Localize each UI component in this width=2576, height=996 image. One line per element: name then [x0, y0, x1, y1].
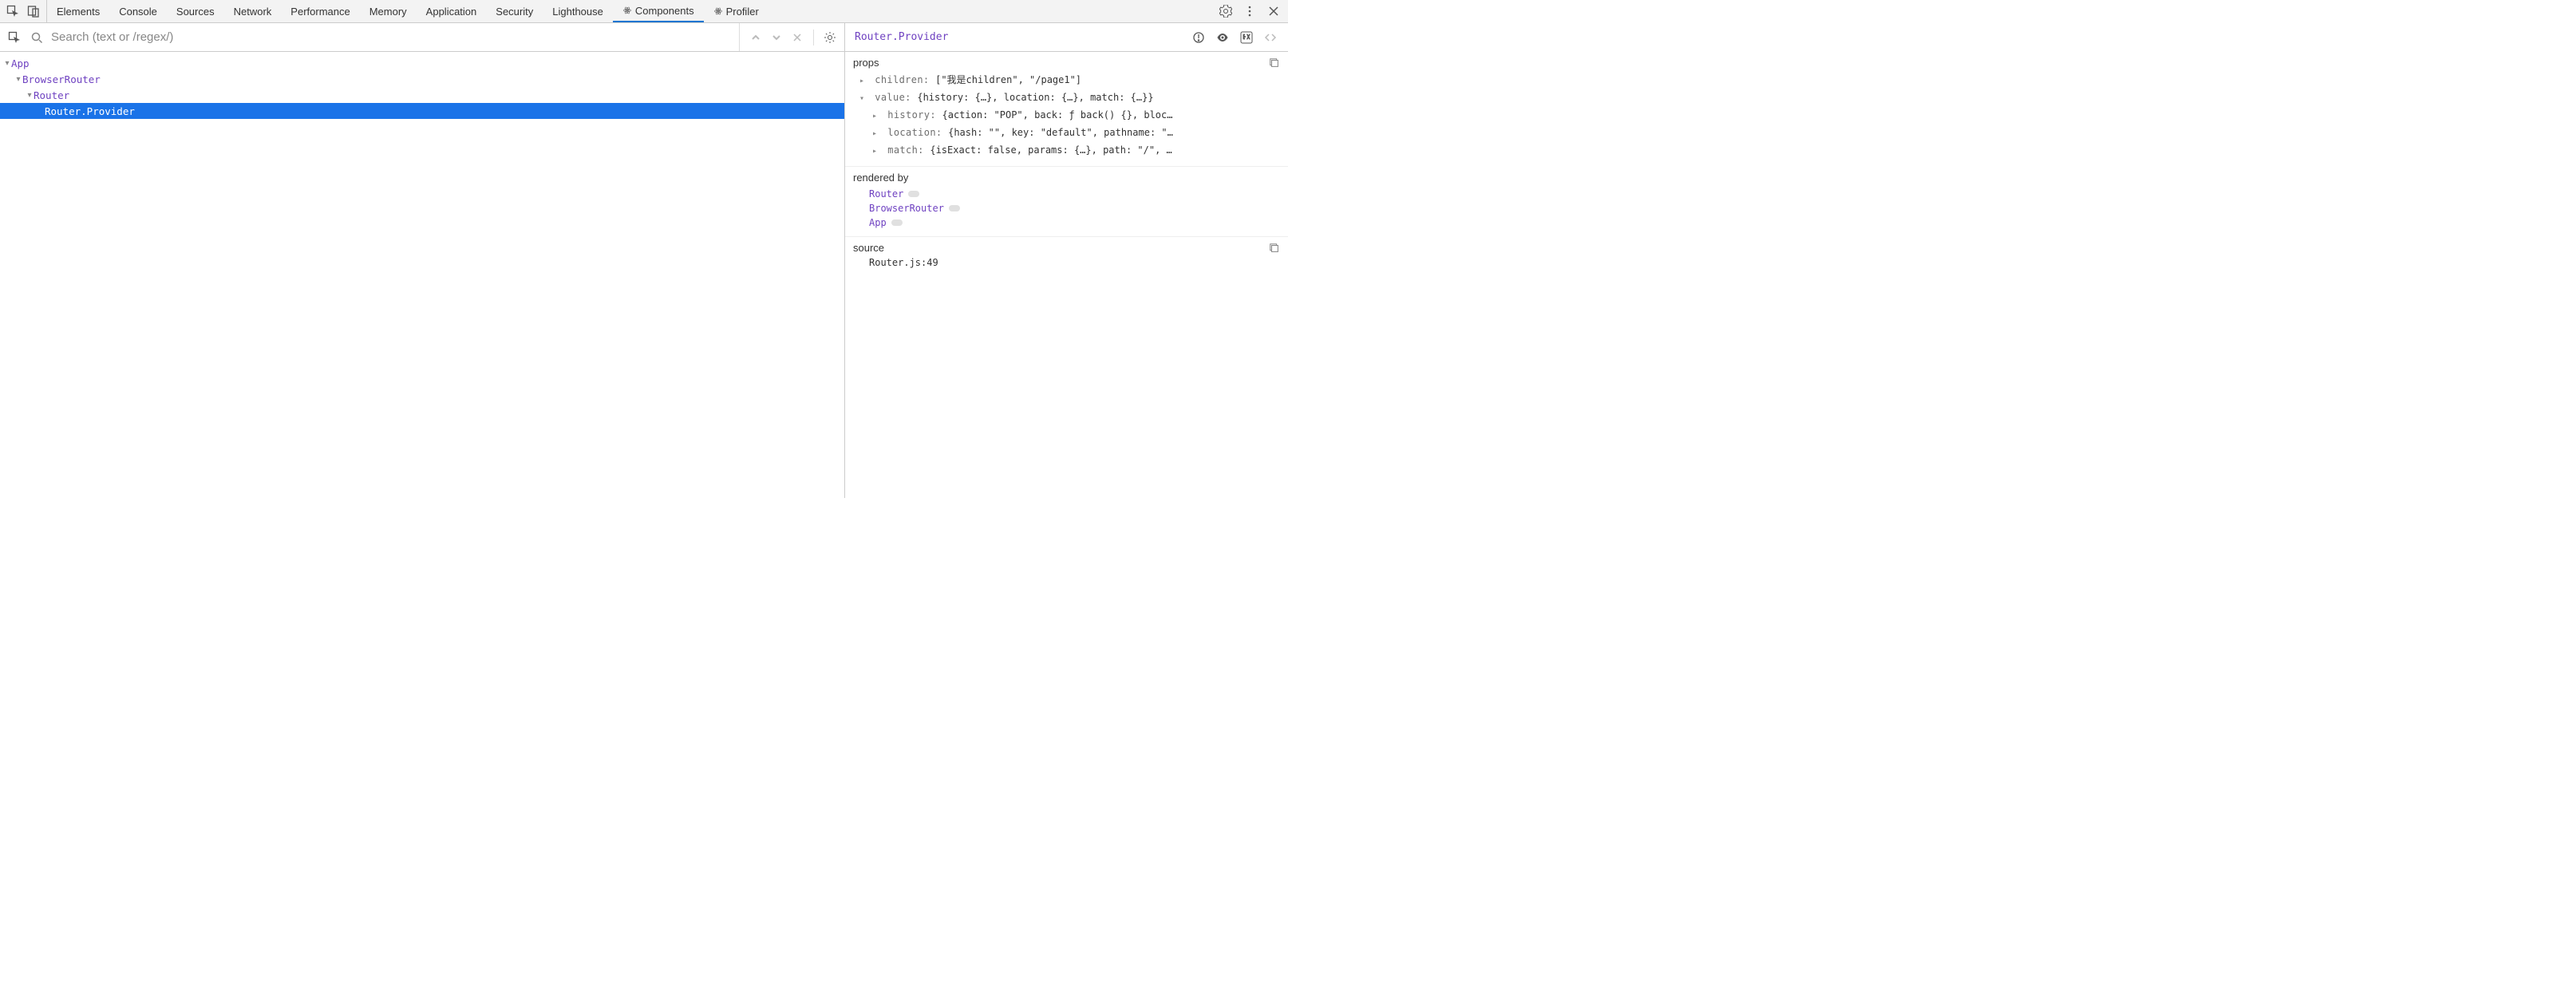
tree-node-router[interactable]: ▾Router [0, 87, 844, 103]
prop-children[interactable]: ▸ children: ["我是children", "/page1"] [853, 72, 1280, 89]
suspend-icon[interactable] [1191, 30, 1207, 45]
tree-node-label: Router [34, 89, 69, 101]
tree-node-browserrouter[interactable]: ▾BrowserRouter [0, 71, 844, 87]
source-location[interactable]: Router.js:49 [853, 257, 1280, 268]
props-section-header: props [853, 57, 1280, 69]
select-element-icon[interactable] [6, 30, 22, 45]
log-to-console-icon[interactable] [1239, 30, 1254, 45]
tree-node-app[interactable]: ▾App [0, 55, 844, 71]
search-icon [29, 30, 45, 45]
detail-component-name: Router.Provider [855, 31, 948, 43]
rendered-by-label: rendered by [853, 172, 908, 184]
tab-security[interactable]: Security [486, 0, 543, 22]
rendered-by-section: rendered by Router BrowserRouter App [845, 167, 1288, 237]
tab-label: Memory [369, 6, 407, 18]
react-icon [713, 6, 723, 16]
components-settings-icon[interactable] [822, 30, 838, 45]
source-header-label: source [853, 242, 884, 254]
badge-icon [949, 205, 960, 211]
tab-performance[interactable]: Performance [281, 0, 359, 22]
topbar-right-icons [1211, 3, 1288, 19]
close-devtools-icon[interactable] [1266, 3, 1282, 19]
component-tree: ▾App▾BrowserRouter▾RouterRouter.Provider [0, 52, 844, 122]
tab-sources[interactable]: Sources [167, 0, 224, 22]
tab-label: Sources [176, 6, 215, 18]
rendered-by-label: App [869, 217, 887, 228]
component-detail-panel: Router.Provider props ▸ children: ["我是ch… [845, 23, 1288, 498]
source-section: source Router.js:49 [845, 237, 1288, 275]
tree-node-label: App [11, 57, 30, 69]
tab-label: Performance [290, 6, 350, 18]
component-searchbar [0, 23, 844, 52]
copy-props-icon[interactable] [1269, 57, 1280, 69]
component-tree-panel: ▾App▾BrowserRouter▾RouterRouter.Provider [0, 23, 845, 498]
search-input[interactable] [51, 30, 733, 44]
view-source-icon[interactable] [1262, 30, 1278, 45]
badge-icon [891, 219, 903, 226]
device-toolbar-icon[interactable] [26, 3, 41, 19]
tab-lighthouse[interactable]: Lighthouse [543, 0, 613, 22]
settings-gear-icon[interactable] [1218, 3, 1234, 19]
rendered-by-header: rendered by [853, 172, 1280, 184]
prop-value[interactable]: ▾ value: {history: {…}, location: {…}, m… [853, 89, 1280, 107]
rendered-by-router[interactable]: Router [853, 187, 1280, 201]
props-header-label: props [853, 57, 879, 69]
tab-label: Application [426, 6, 477, 18]
tab-profiler[interactable]: Profiler [704, 0, 768, 22]
rendered-by-browserrouter[interactable]: BrowserRouter [853, 201, 1280, 215]
rendered-by-label: BrowserRouter [869, 203, 944, 214]
tab-label: Network [234, 6, 272, 18]
tab-elements[interactable]: Elements [47, 0, 109, 22]
tree-expand-arrow-icon[interactable]: ▾ [26, 91, 34, 100]
inspect-element-icon[interactable] [5, 3, 21, 19]
tree-node-label: Router.Provider [45, 105, 135, 117]
tab-memory[interactable]: Memory [360, 0, 417, 22]
searchbar-right-icons [739, 23, 838, 51]
source-header: source [853, 242, 1280, 254]
tab-label: Lighthouse [552, 6, 603, 18]
tab-label: Components [635, 5, 694, 17]
react-icon [622, 6, 632, 15]
devtools-topbar: Elements Console Sources Network Performance… [0, 0, 1288, 23]
prop-value-match[interactable]: ▸ match: {isExact: false, params: {…}, p… [853, 142, 1280, 160]
inspect-dom-icon[interactable] [1215, 30, 1231, 45]
topbar-left-icon-group [0, 0, 47, 22]
devtools-tabs: Elements Console Sources Network Performance… [47, 0, 768, 22]
props-section: props ▸ children: ["我是children", "/page1… [845, 52, 1288, 167]
tab-label: Security [496, 6, 533, 18]
rendered-by-list: Router BrowserRouter App [853, 187, 1280, 230]
tab-console[interactable]: Console [109, 0, 167, 22]
tab-network[interactable]: Network [224, 0, 282, 22]
props-list: ▸ children: ["我是children", "/page1"] ▾ v… [853, 72, 1280, 160]
tree-node-router-provider[interactable]: Router.Provider [0, 103, 844, 119]
search-next-icon[interactable] [768, 30, 784, 45]
tab-label: Console [119, 6, 157, 18]
rendered-by-app[interactable]: App [853, 215, 1280, 230]
rendered-by-label: Router [869, 188, 903, 200]
tree-expand-arrow-icon[interactable]: ▾ [3, 59, 11, 68]
search-prev-icon[interactable] [748, 30, 764, 45]
kebab-menu-icon[interactable] [1242, 3, 1258, 19]
prop-value-history[interactable]: ▸ history: {action: "POP", back: ƒ back(… [853, 107, 1280, 125]
tab-label: Profiler [726, 6, 759, 18]
tab-application[interactable]: Application [417, 0, 487, 22]
tree-node-label: BrowserRouter [22, 73, 101, 85]
prop-value-location[interactable]: ▸ location: {hash: "", key: "default", p… [853, 125, 1280, 142]
search-clear-icon[interactable] [789, 30, 805, 45]
tab-components[interactable]: Components [613, 0, 704, 22]
badge-icon [908, 191, 919, 197]
copy-source-icon[interactable] [1269, 243, 1280, 254]
tree-expand-arrow-icon[interactable]: ▾ [14, 75, 22, 84]
main-panels: ▾App▾BrowserRouter▾RouterRouter.Provider… [0, 23, 1288, 498]
detail-header: Router.Provider [845, 23, 1288, 52]
tab-label: Elements [57, 6, 100, 18]
